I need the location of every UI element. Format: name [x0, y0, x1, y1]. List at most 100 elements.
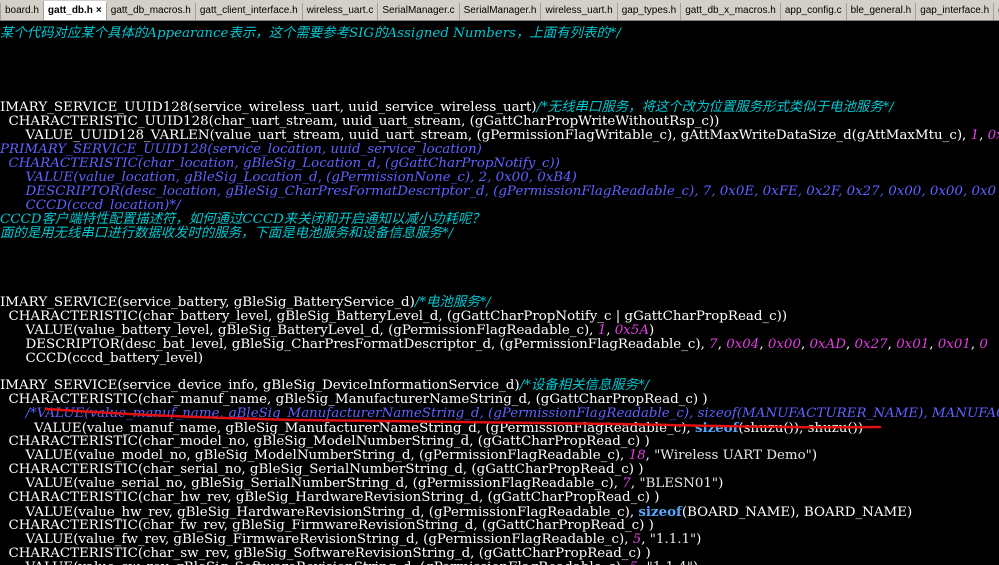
code-token: , — [800, 337, 810, 352]
code-token: CCCD(cccd_battery_level) — [0, 351, 204, 366]
code-token: "1.1.1" — [649, 532, 697, 547]
code-token: 5 — [630, 560, 639, 565]
code-token: 0xAD — [809, 337, 846, 352]
code-token: , — [845, 337, 855, 352]
code-token: CHARACTERISTIC(char_model_no, gBleSig_Mo… — [0, 434, 650, 449]
code-line: CHARACTERISTIC(char_sw_rev, gBleSig_Soft… — [0, 547, 651, 561]
tab-label: SerialManager.h — [463, 5, 537, 16]
tab-board-h[interactable]: board.h — [0, 3, 43, 20]
code-editor[interactable]: 某个代码对应某个具体的Appearance表示，这个需要参考SIG的Assign… — [0, 21, 999, 565]
tab-gatt-decl-x-h[interactable]: gatt_decl_x.h — [993, 3, 999, 20]
code-token: CHARACTERISTIC(char_fw_rev, gBleSig_Firm… — [0, 518, 654, 533]
code-token: "BLESN01" — [639, 476, 719, 491]
code-token: CHARACTERISTIC_UUID128(char_uart_stream,… — [0, 114, 720, 129]
code-line: CHARACTERISTIC_UUID128(char_uart_stream,… — [0, 114, 720, 129]
tab-gap-interface-h[interactable]: gap_interface.h — [915, 3, 993, 20]
code-line: 某个代码对应某个具体的Appearance表示，这个需要参考SIG的Assign… — [0, 27, 621, 41]
code-token: , — [759, 337, 768, 352]
code-token: CHARACTERISTIC(char_location, gBleSig_Lo… — [0, 156, 561, 171]
code-token: , — [638, 560, 647, 565]
code-token: CCCD(cccd_location)*/ — [0, 198, 181, 213]
code-token: VALUE(value_location, gBleSig_Location_d… — [0, 170, 577, 185]
code-token: 0x01 — [937, 337, 971, 352]
tab-wireless-uart-c[interactable]: wireless_uart.c — [301, 3, 378, 20]
code-line: 面的是用无线串口进行数据收发时的服务，下面是电池服务和设备信息服务*/ — [0, 227, 453, 241]
code-token: 7 — [622, 476, 631, 491]
code-line: IMARY_SERVICE(service_battery, gBleSig_B… — [0, 296, 491, 310]
code-token: , — [645, 448, 655, 463]
code-token: , — [717, 337, 727, 352]
code-token: CHARACTERISTIC(char_hw_rev, gBleSig_Hard… — [0, 490, 660, 505]
tab-app-config-c[interactable]: app_config.c — [779, 3, 846, 20]
code-line: VALUE(value_fw_rev, gBleSig_FirmwareRevi… — [0, 532, 702, 547]
tab-gatt-db-x-macros-h[interactable]: gatt_db_x_macros.h — [680, 3, 780, 20]
code-token: PRIMARY_SERVICE_UUID128(service_location… — [0, 142, 482, 157]
tab-label: SerialManager.c — [382, 5, 455, 16]
code-line: CHARACTERISTIC(char_battery_level, gBleS… — [0, 309, 788, 324]
code-token: 0x04 — [726, 337, 760, 352]
code-token: 0x00 — [767, 337, 801, 352]
code-line: VALUE(value_sw_rev, gBleSig_SoftwareRevi… — [0, 560, 699, 565]
code-token: IMARY_SERVICE_UUID128(service_wireless_u… — [0, 100, 537, 115]
code-line: CHARACTERISTIC(char_fw_rev, gBleSig_Firm… — [0, 519, 654, 533]
code-line: VALUE(value_manuf_name, gBleSig_Manufact… — [0, 420, 864, 436]
tab-gatt-client-interface-h[interactable]: gatt_client_interface.h — [194, 3, 302, 20]
tab-serialmanager-c[interactable]: SerialManager.c — [377, 3, 458, 20]
code-token: 1 — [970, 128, 980, 143]
code-token: /*设备相关信息服务*/ — [519, 378, 650, 393]
code-line: VALUE(value_hw_rev, gBleSig_HardwareRevi… — [0, 505, 913, 520]
tab-gatt-db-h[interactable]: gatt_db.h × — [42, 1, 106, 20]
code-line: DESCRIPTOR(desc_bat_level, gBleSig_CharP… — [0, 338, 988, 352]
code-line: CHARACTERISTIC(char_hw_rev, gBleSig_Hard… — [0, 491, 660, 505]
code-token: 5 — [632, 532, 642, 547]
tab-gatt-db-macros-h[interactable]: gatt_db_macros.h — [105, 3, 195, 20]
code-token: CHARACTERISTIC(char_battery_level, gBleS… — [0, 309, 788, 324]
code-line: DESCRIPTOR(desc_location, gBleSig_CharPr… — [0, 185, 997, 199]
code-line: CHARACTERISTIC(char_model_no, gBleSig_Mo… — [0, 435, 650, 449]
code-token: 0x27 — [854, 337, 888, 352]
tab-wireless-uart-h[interactable]: wireless_uart.h — [540, 3, 616, 20]
tab-label: gatt_client_interface.h — [199, 5, 298, 16]
code-line: CHARACTERISTIC(char_location, gBleSig_Lo… — [0, 156, 561, 171]
tab-label: wireless_uart.c — [306, 5, 374, 16]
code-token: CHARACTERISTIC(char_serial_no, gBleSig_S… — [0, 462, 644, 477]
code-token: 7 — [709, 337, 718, 352]
code-line: VALUE(value_battery_level, gBleSig_Batte… — [0, 323, 655, 338]
tab-label: wireless_uart.h — [545, 5, 613, 16]
code-token: sizeof — [694, 420, 739, 436]
code-token: DESCRIPTOR(desc_bat_level, gBleSig_CharP… — [0, 337, 710, 352]
code-line: CCCD客户端特性配置描述符，如何通过CCCD来关闭和开启通知以减小功耗呢？ — [0, 213, 485, 227]
tab-label: gatt_db_x_macros.h — [685, 5, 776, 16]
code-token: , — [641, 532, 650, 547]
code-token: 1 — [597, 323, 607, 338]
code-token: (BOARD_NAME), BOARD_NAME) — [681, 505, 913, 520]
code-line: PRIMARY_SERVICE_UUID128(service_location… — [0, 143, 482, 157]
code-token: VALUE(value_sw_rev, gBleSig_SoftwareRevi… — [0, 560, 630, 565]
code-line: VALUE_UUID128_VARLEN(value_uart_stream, … — [0, 129, 999, 143]
code-line: VALUE(value_serial_no, gBleSig_SerialNum… — [0, 476, 724, 491]
code-token: , — [979, 128, 988, 143]
tab-gap-types-h[interactable]: gap_types.h — [616, 3, 681, 20]
code-token: IMARY_SERVICE(service_battery, gBleSig_B… — [0, 295, 415, 310]
code-line: CHARACTERISTIC(char_serial_no, gBleSig_S… — [0, 462, 644, 477]
tab-ble-general-h[interactable]: ble_general.h — [845, 3, 916, 20]
code-token: /*VALUE(value_manuf_name, gBleSig_Manufa… — [0, 406, 999, 421]
code-token: , — [606, 323, 615, 338]
code-token: /*电池服务*/ — [414, 295, 491, 310]
code-line: CCCD(cccd_battery_level) — [0, 351, 204, 366]
code-line: VALUE(value_model_no, gBleSig_ModelNumbe… — [0, 448, 818, 463]
tab-label: ble_general.h — [850, 5, 912, 16]
code-token: CCCD客户端特性配置描述符，如何通过CCCD来关闭和开启通知以减小功耗呢？ — [0, 212, 485, 227]
tab-label: gap_types.h — [621, 5, 677, 16]
tab-serialmanager-h[interactable]: SerialManager.h — [458, 3, 541, 20]
tab-label: gatt_db_macros.h — [110, 5, 191, 16]
tab-label: gap_interface.h — [920, 5, 990, 16]
close-tab-icon[interactable]: × — [96, 5, 102, 16]
tab-label: gatt_db.h — [47, 5, 93, 16]
code-token: ) — [811, 448, 818, 463]
code-token: (shuzu()), shuzu()) — [738, 421, 864, 436]
code-token: "1.1.4" — [647, 560, 693, 565]
code-line: IMARY_SERVICE_UUID128(service_wireless_u… — [0, 101, 894, 115]
code-token: 0x5A — [614, 323, 649, 338]
tab-label: app_config.c — [784, 5, 842, 16]
